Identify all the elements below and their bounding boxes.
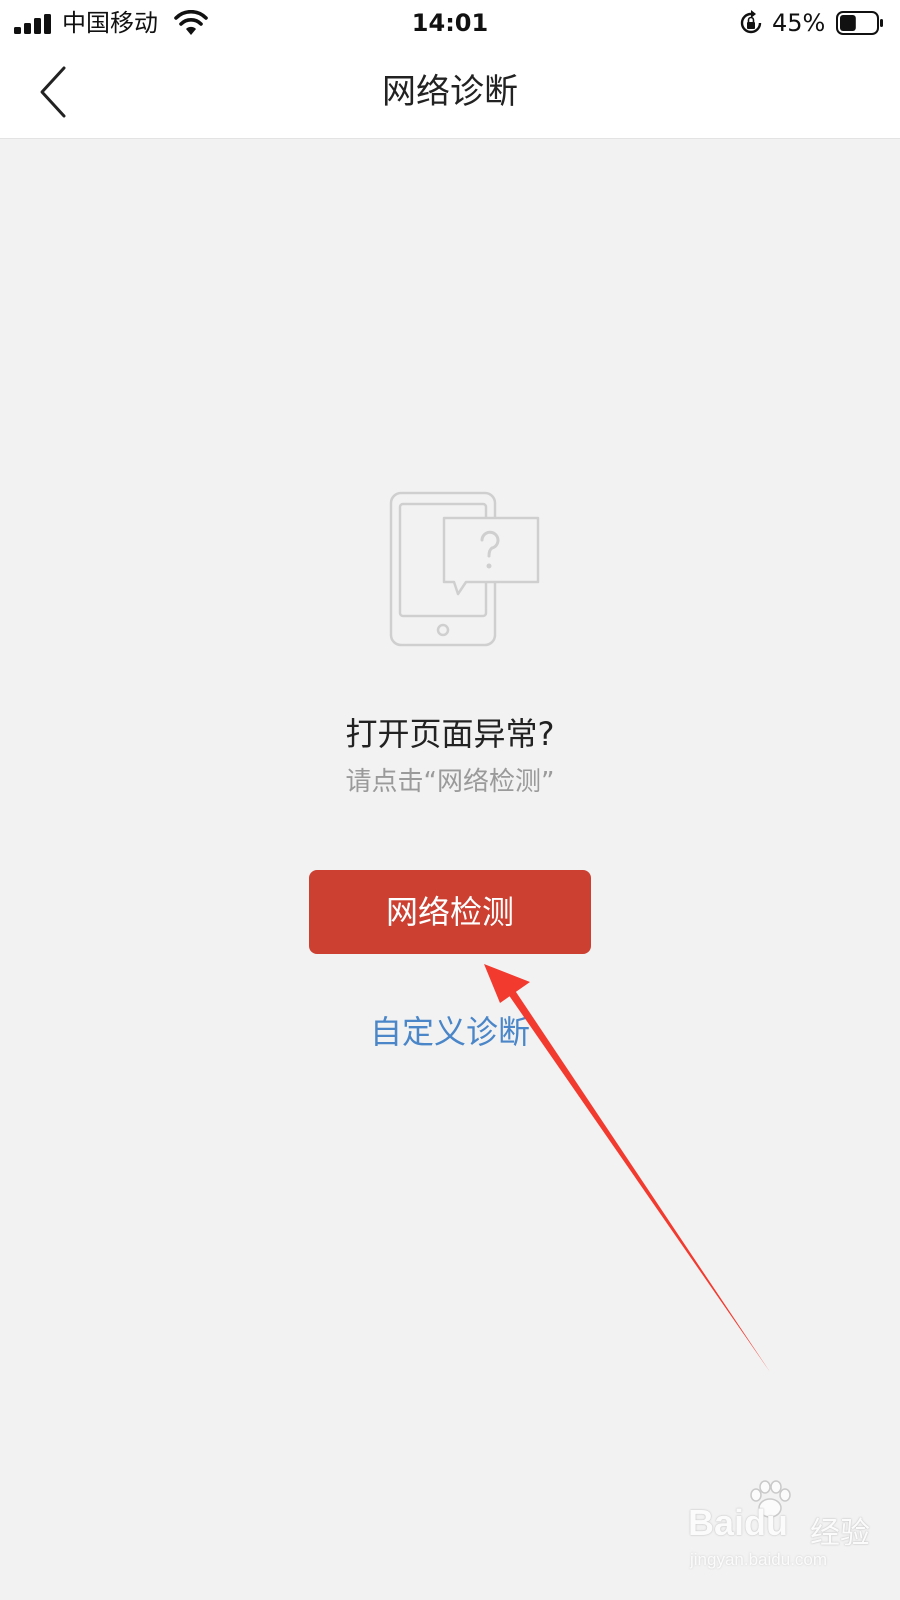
- annotation-arrow: [484, 964, 770, 1372]
- network-check-button[interactable]: 网络检测: [309, 870, 591, 954]
- screen: 中国移动 14:01 45% 网络诊断 打开页面异常? 请点击“网络检测” 网络…: [0, 0, 900, 1600]
- instruction-text: 请点击“网络检测”: [345, 767, 555, 797]
- battery-percentage: 45%: [772, 9, 826, 37]
- baidu-jingyan-watermark: Baidu 经验 jingyan.baidu.com: [688, 1480, 888, 1580]
- watermark-url: jingyan.baidu.com: [690, 1550, 828, 1569]
- watermark-product: 经验: [810, 1516, 870, 1551]
- navigation-bar: 网络诊断: [0, 46, 900, 139]
- page-title: 网络诊断: [382, 72, 518, 112]
- error-headline: 打开页面异常?: [345, 715, 555, 753]
- watermark-logo: Baidu: [688, 1502, 789, 1543]
- status-bar: 中国移动 14:01 45%: [0, 0, 900, 46]
- rotation-lock-icon: [740, 10, 762, 34]
- clock-time: 14:01: [411, 9, 489, 37]
- phone-question-icon: [389, 491, 540, 647]
- battery-icon: [836, 11, 883, 35]
- custom-diagnosis-link[interactable]: 自定义诊断: [0, 1008, 900, 1056]
